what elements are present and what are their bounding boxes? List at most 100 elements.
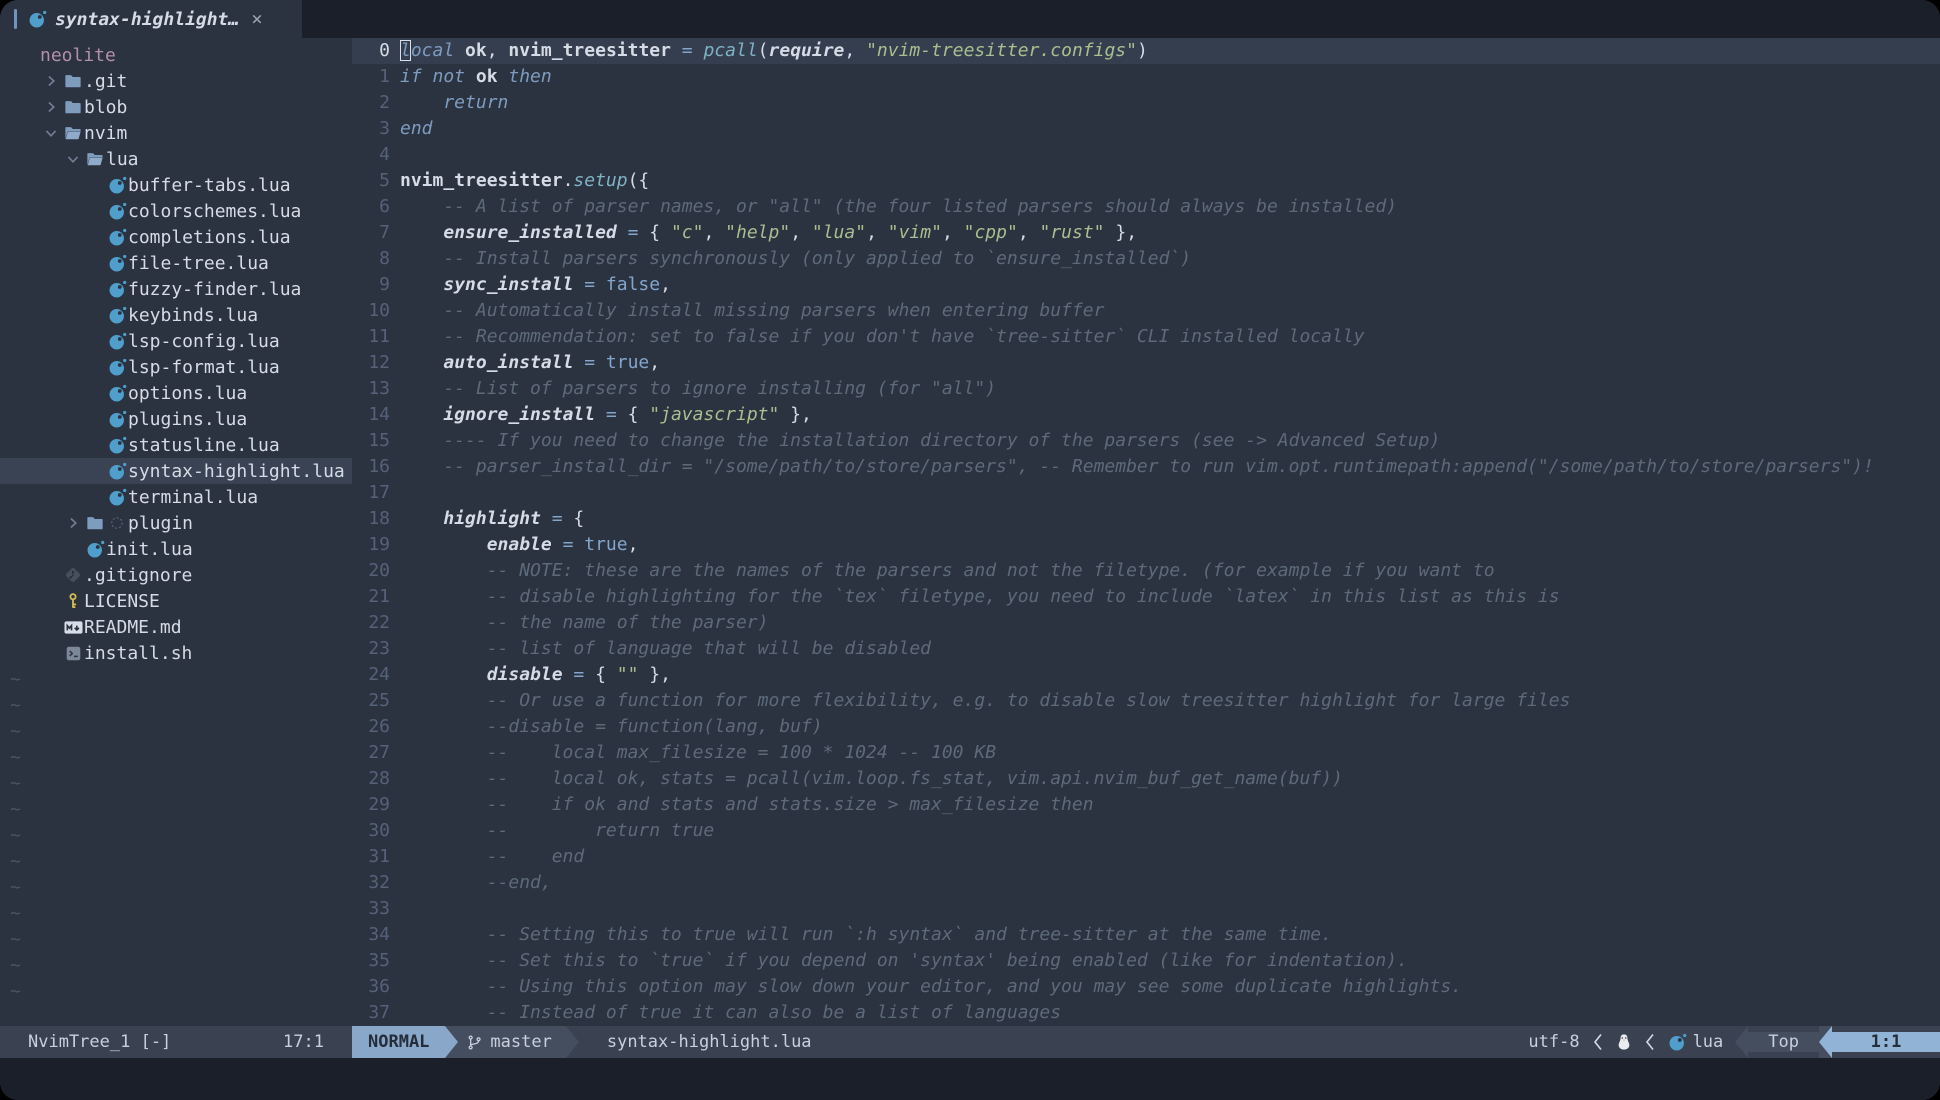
code-line-17[interactable]: 17	[352, 480, 1940, 506]
code-line-12[interactable]: 12 auto_install = true,	[352, 350, 1940, 376]
line-number: 7	[352, 220, 400, 246]
code-line-22[interactable]: 22 -- the name of the parser)	[352, 610, 1940, 636]
tree-item-fuzzy-finder.lua[interactable]: fuzzy-finder.lua	[0, 276, 352, 302]
chevron-down-icon[interactable]	[40, 126, 62, 140]
code-line-19[interactable]: 19 enable = true,	[352, 532, 1940, 558]
empty-line-tilde: ~	[0, 692, 352, 718]
code-line-11[interactable]: 11 -- Recommendation: set to false if yo…	[352, 324, 1940, 350]
code-line-33[interactable]: 33	[352, 896, 1940, 922]
code-line-10[interactable]: 10 -- Automatically install missing pars…	[352, 298, 1940, 324]
code-line-31[interactable]: 31 -- end	[352, 844, 1940, 870]
code-line-34[interactable]: 34 -- Setting this to true will run `:h …	[352, 922, 1940, 948]
tree-item-options.lua[interactable]: options.lua	[0, 380, 352, 406]
tree-item-lua[interactable]: lua	[0, 146, 352, 172]
tilde-char: ~	[10, 851, 21, 872]
tree-item-completions.lua[interactable]: completions.lua	[0, 224, 352, 250]
code-line-1[interactable]: 1if not ok then	[352, 64, 1940, 90]
code-line-27[interactable]: 27 -- local max_filesize = 100 * 1024 --…	[352, 740, 1940, 766]
code-line-16[interactable]: 16 -- parser_install_dir = "/some/path/t…	[352, 454, 1940, 480]
code-text: -- list of language that will be disable…	[400, 636, 931, 662]
empty-line-tilde: ~	[0, 926, 352, 952]
tilde-char: ~	[10, 799, 21, 820]
tree-item-label: lsp-format.lua	[128, 357, 280, 378]
line-number: 10	[352, 298, 400, 324]
code-line-30[interactable]: 30 -- return true	[352, 818, 1940, 844]
code-line-37[interactable]: 37 -- Instead of true it can also be a l…	[352, 1000, 1940, 1026]
tree-item-neolite[interactable]: neolite	[0, 42, 352, 68]
code-line-15[interactable]: 15 ---- If you need to change the instal…	[352, 428, 1940, 454]
line-number: 24	[352, 662, 400, 688]
tree-item-label: buffer-tabs.lua	[128, 175, 291, 196]
line-number: 18	[352, 506, 400, 532]
code-line-5[interactable]: 5nvim_treesitter.setup({	[352, 168, 1940, 194]
tree-item-colorschemes.lua[interactable]: colorschemes.lua	[0, 198, 352, 224]
code-line-28[interactable]: 28 -- local ok, stats = pcall(vim.loop.f…	[352, 766, 1940, 792]
tree-item-init.lua[interactable]: init.lua	[0, 536, 352, 562]
buffer-tab[interactable]: syntax-highlight… ×	[0, 0, 302, 38]
code-line-36[interactable]: 36 -- Using this option may slow down yo…	[352, 974, 1940, 1000]
line-number: 27	[352, 740, 400, 766]
lua-icon	[106, 488, 128, 507]
line-number: 11	[352, 324, 400, 350]
git-branch-segment: master	[458, 1026, 565, 1058]
tilde-char: ~	[10, 877, 21, 898]
tree-item-statusline.lua[interactable]: statusline.lua	[0, 432, 352, 458]
code-text: end	[400, 116, 433, 142]
code-line-0[interactable]: 0local ok, nvim_treesitter = pcall(requi…	[352, 38, 1940, 64]
nvimtree-cursor-position: 17:1	[283, 1032, 324, 1052]
code-text: --end,	[400, 870, 552, 896]
chevron-down-icon[interactable]	[62, 152, 84, 166]
window-bottom-edge	[0, 1058, 1940, 1100]
code-line-9[interactable]: 9 sync_install = false,	[352, 272, 1940, 298]
close-icon[interactable]: ×	[251, 8, 262, 30]
tree-item-nvim[interactable]: nvim	[0, 120, 352, 146]
tree-item-plugin[interactable]: plugin	[0, 510, 352, 536]
tree-item-syntax-highlight.lua[interactable]: syntax-highlight.lua	[0, 458, 352, 484]
code-line-23[interactable]: 23 -- list of language that will be disa…	[352, 636, 1940, 662]
tree-item-LICENSE[interactable]: LICENSE	[0, 588, 352, 614]
code-line-6[interactable]: 6 -- A list of parser names, or "all" (t…	[352, 194, 1940, 220]
chevron-left-icon	[1592, 1032, 1604, 1052]
code-text: -- local ok, stats = pcall(vim.loop.fs_s…	[400, 766, 1343, 792]
tree-item-plugins.lua[interactable]: plugins.lua	[0, 406, 352, 432]
code-line-7[interactable]: 7 ensure_installed = { "c", "help", "lua…	[352, 220, 1940, 246]
tree-item-blob[interactable]: blob	[0, 94, 352, 120]
code-line-14[interactable]: 14 ignore_install = { "javascript" },	[352, 402, 1940, 428]
circle-dashed-icon	[106, 515, 128, 531]
code-line-25[interactable]: 25 -- Or use a function for more flexibi…	[352, 688, 1940, 714]
empty-line-tilde: ~	[0, 770, 352, 796]
tree-item-README.md[interactable]: README.md	[0, 614, 352, 640]
code-line-21[interactable]: 21 -- disable highlighting for the `tex`…	[352, 584, 1940, 610]
chevron-right-icon[interactable]	[40, 100, 62, 114]
tree-item-.git[interactable]: .git	[0, 68, 352, 94]
code-line-8[interactable]: 8 -- Install parsers synchronously (only…	[352, 246, 1940, 272]
code-line-26[interactable]: 26 --disable = function(lang, buf)	[352, 714, 1940, 740]
code-line-13[interactable]: 13 -- List of parsers to ignore installi…	[352, 376, 1940, 402]
tree-item-buffer-tabs.lua[interactable]: buffer-tabs.lua	[0, 172, 352, 198]
tree-item-lsp-format.lua[interactable]: lsp-format.lua	[0, 354, 352, 380]
tree-item-lsp-config.lua[interactable]: lsp-config.lua	[0, 328, 352, 354]
tree-item-terminal.lua[interactable]: terminal.lua	[0, 484, 352, 510]
code-text: -- Install parsers synchronously (only a…	[400, 246, 1191, 272]
code-line-4[interactable]: 4	[352, 142, 1940, 168]
code-text: -- parser_install_dir = "/some/path/to/s…	[400, 454, 1874, 480]
code-line-2[interactable]: 2 return	[352, 90, 1940, 116]
tree-item-file-tree.lua[interactable]: file-tree.lua	[0, 250, 352, 276]
lua-icon	[106, 358, 128, 377]
code-line-20[interactable]: 20 -- NOTE: these are the names of the p…	[352, 558, 1940, 584]
tree-item-keybinds.lua[interactable]: keybinds.lua	[0, 302, 352, 328]
code-line-35[interactable]: 35 -- Set this to `true` if you depend o…	[352, 948, 1940, 974]
code-editor[interactable]: 0local ok, nvim_treesitter = pcall(requi…	[352, 38, 1940, 1026]
chevron-right-icon[interactable]	[40, 74, 62, 88]
code-line-32[interactable]: 32 --end,	[352, 870, 1940, 896]
git-branch-icon	[466, 1034, 483, 1051]
chevron-right-icon[interactable]	[62, 516, 84, 530]
code-text: -- end	[400, 844, 584, 870]
code-text: -- the name of the parser)	[400, 610, 768, 636]
code-line-3[interactable]: 3end	[352, 116, 1940, 142]
code-line-29[interactable]: 29 -- if ok and stats and stats.size > m…	[352, 792, 1940, 818]
tree-item-.gitignore[interactable]: .gitignore	[0, 562, 352, 588]
code-line-24[interactable]: 24 disable = { "" },	[352, 662, 1940, 688]
tree-item-install.sh[interactable]: install.sh	[0, 640, 352, 666]
code-line-18[interactable]: 18 highlight = {	[352, 506, 1940, 532]
